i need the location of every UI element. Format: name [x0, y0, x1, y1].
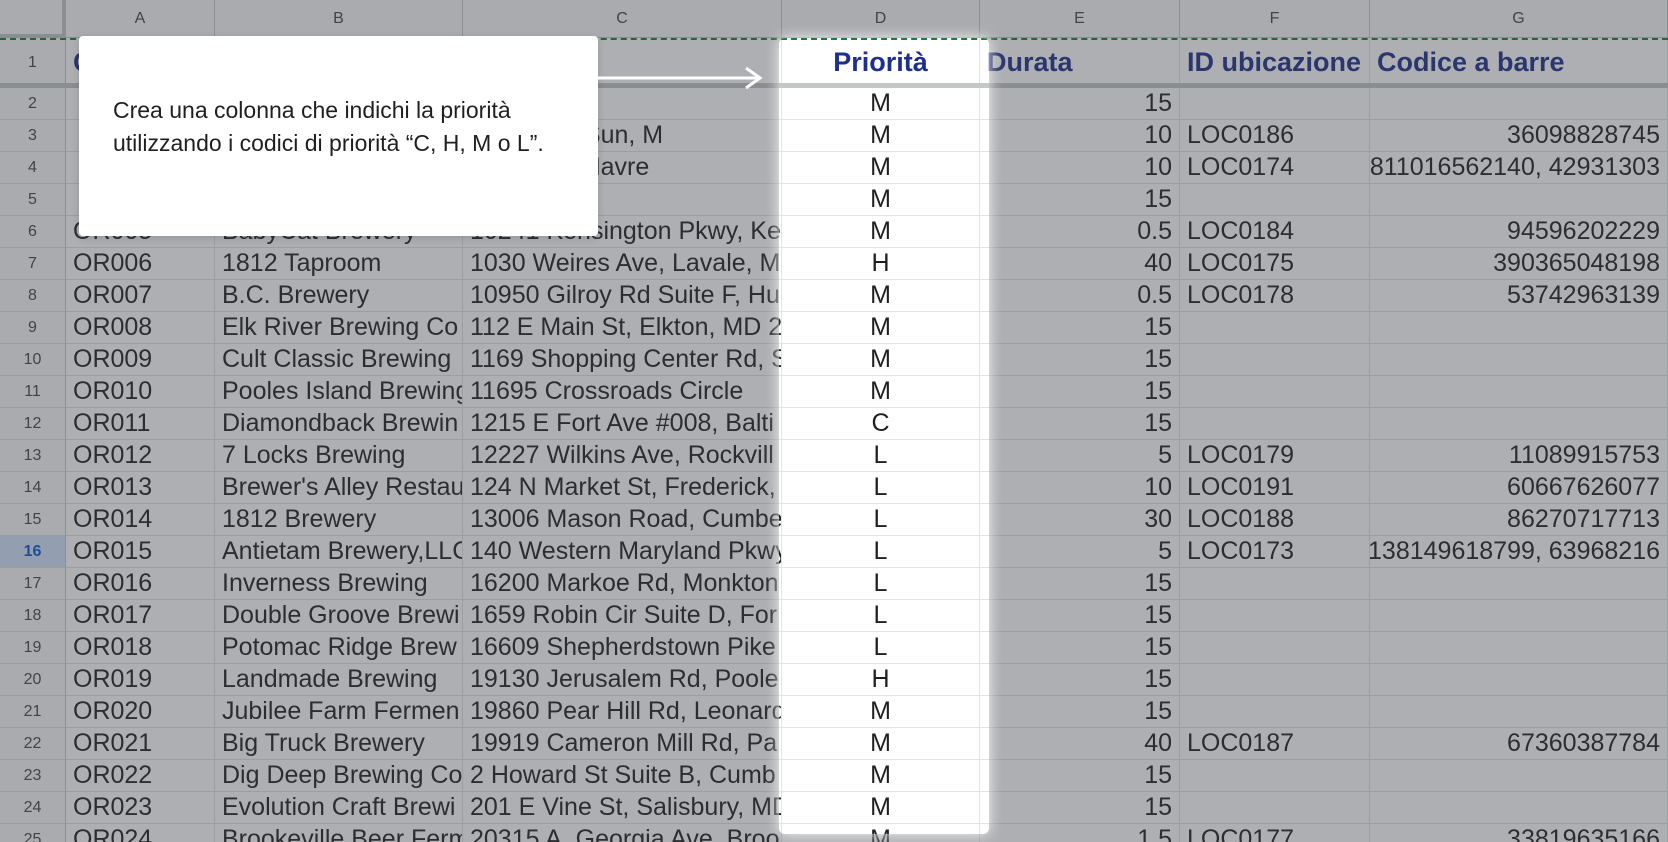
table-cell[interactable]: 30 — [980, 504, 989, 536]
tooltip-line-1: Crea una colonna che indichi la priorità — [113, 97, 511, 123]
table-cell[interactable]: 15 — [980, 88, 989, 120]
table-cell[interactable]: M — [782, 344, 980, 376]
table-cell[interactable]: L — [782, 568, 980, 600]
table-cell[interactable]: 5 — [980, 440, 989, 472]
table-cell[interactable]: M — [782, 696, 980, 728]
table-cell[interactable]: 15 — [980, 632, 989, 664]
header-cell[interactable]: Priorità — [782, 38, 980, 88]
table-cell[interactable]: M — [782, 376, 980, 408]
table-cell[interactable]: M — [782, 312, 980, 344]
table-cell[interactable]: C — [782, 408, 980, 440]
table-cell[interactable]: L — [782, 440, 980, 472]
table-cell[interactable]: 0.5 — [980, 216, 989, 248]
copy-selection-border — [779, 38, 989, 40]
table-cell[interactable]: 5 — [980, 536, 989, 568]
table-cell[interactable]: 40 — [980, 728, 989, 760]
table-cell[interactable]: M — [782, 120, 980, 152]
table-cell[interactable]: 15 — [980, 312, 989, 344]
table-cell[interactable]: 15 — [980, 696, 989, 728]
table-cell[interactable]: M — [782, 280, 980, 312]
table-cell[interactable]: H — [782, 248, 980, 280]
table-cell[interactable]: 15 — [980, 600, 989, 632]
table-cell[interactable]: M — [782, 728, 980, 760]
table-cell[interactable]: M — [782, 760, 980, 792]
instruction-tooltip: Crea una colonna che indichi la priorità… — [79, 36, 598, 236]
table-cell[interactable]: 10 — [980, 120, 989, 152]
table-cell[interactable]: M — [782, 184, 980, 216]
table-cell[interactable]: 15 — [980, 344, 989, 376]
table-cell[interactable]: H — [782, 664, 980, 696]
table-cell[interactable]: 10 — [980, 472, 989, 504]
arrow-right-icon — [596, 66, 763, 90]
table-cell[interactable]: 0.5 — [980, 280, 989, 312]
table-cell[interactable]: M — [782, 792, 980, 824]
table-cell[interactable]: 15 — [980, 568, 989, 600]
table-cell[interactable]: M — [782, 88, 980, 120]
table-cell[interactable]: 10 — [980, 152, 989, 184]
table-cell[interactable]: 1.5 — [980, 824, 989, 834]
table-cell[interactable]: L — [782, 632, 980, 664]
table-cell[interactable]: L — [782, 536, 980, 568]
frozen-row-divider[interactable] — [779, 83, 989, 88]
table-cell[interactable]: 40 — [980, 248, 989, 280]
table-cell[interactable]: 15 — [980, 792, 989, 824]
table-cell[interactable]: 15 — [980, 664, 989, 696]
table-cell[interactable]: M — [782, 152, 980, 184]
table-cell[interactable]: L — [782, 504, 980, 536]
tooltip-line-2: utilizzando i codici di priorità “C, H, … — [113, 130, 544, 156]
highlighted-priority-column[interactable]: ABCDEFG1OPrioritàDurataID ubicazioneCodi… — [779, 38, 989, 834]
table-cell[interactable]: L — [782, 472, 980, 504]
table-cell[interactable]: 15 — [980, 184, 989, 216]
header-cell[interactable]: Durata — [980, 38, 989, 88]
table-cell[interactable]: L — [782, 600, 980, 632]
table-cell[interactable]: 15 — [980, 376, 989, 408]
table-cell[interactable]: M — [782, 824, 980, 834]
table-cell[interactable]: 15 — [980, 760, 989, 792]
table-cell[interactable]: 15 — [980, 408, 989, 440]
table-cell[interactable]: M — [782, 216, 980, 248]
